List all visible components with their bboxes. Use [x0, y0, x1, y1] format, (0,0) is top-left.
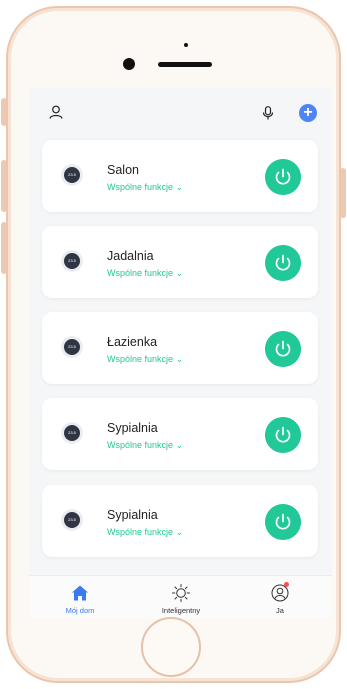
room-name: Sypialnia — [107, 508, 158, 522]
shared-functions-label: Wspólne funkcje — [107, 182, 174, 192]
chevron-down-icon: ⌄ — [175, 440, 184, 450]
front-sensor — [184, 43, 188, 47]
room-card[interactable]: 23.5 Łazienka Wspólne funkcje ⌄ — [42, 312, 318, 384]
plus-icon[interactable]: + — [299, 104, 317, 122]
shared-functions-link[interactable]: Wspólne funkcje ⌄ — [107, 440, 183, 451]
room-name: Jadalnia — [107, 249, 154, 263]
thermostat-icon: 23.5 — [61, 336, 83, 358]
power-button[interactable] — [265, 331, 301, 367]
room-card[interactable]: 23.5 Sypialnia Wspólne funkcje ⌄ — [42, 398, 318, 470]
thermostat-icon: 23.5 — [61, 250, 83, 272]
chevron-down-icon: ⌄ — [175, 527, 184, 537]
tab-label: Inteligentny — [161, 606, 201, 615]
room-name: Sypialnia — [107, 421, 158, 435]
tab-me[interactable]: Ja — [240, 576, 320, 618]
tab-label: Ja — [276, 606, 284, 615]
shared-functions-link[interactable]: Wspólne funkcje ⌄ — [107, 182, 183, 193]
home-hardware-button — [141, 617, 201, 677]
room-card[interactable]: 23.5 Jadalnia Wspólne funkcje ⌄ — [42, 226, 318, 298]
tab-smart[interactable]: Inteligentny — [141, 576, 221, 618]
room-card[interactable]: 23.5 Salon Wspólne funkcje ⌄ — [42, 140, 318, 212]
shared-functions-link[interactable]: Wspólne funkcje ⌄ — [107, 268, 183, 279]
thermostat-icon: 23.5 — [61, 164, 83, 186]
home-icon — [72, 585, 88, 601]
notification-dot — [284, 582, 289, 587]
power-button[interactable] — [265, 159, 301, 195]
power-button[interactable] — [265, 504, 301, 540]
shared-functions-label: Wspólne funkcje — [107, 268, 174, 278]
tab-label: Mój dom — [65, 606, 95, 615]
thermostat-icon: 23.5 — [61, 509, 83, 531]
shared-functions-label: Wspólne funkcje — [107, 440, 174, 450]
chevron-down-icon: ⌄ — [175, 354, 184, 364]
chevron-down-icon: ⌄ — [175, 268, 184, 278]
thermostat-reading: 23.5 — [64, 167, 80, 183]
microphone-icon[interactable] — [262, 106, 274, 120]
shared-functions-label: Wspólne funkcje — [107, 354, 174, 364]
room-name: Łazienka — [107, 335, 158, 349]
thermostat-reading: 23.5 — [64, 512, 80, 528]
tab-my-home[interactable]: Mój dom — [40, 576, 120, 618]
chevron-down-icon: ⌄ — [175, 182, 184, 192]
user-icon[interactable] — [49, 105, 63, 119]
front-camera — [123, 58, 135, 70]
thermostat-reading: 23.5 — [64, 425, 80, 441]
shared-functions-link[interactable]: Wspólne funkcje ⌄ — [107, 354, 183, 365]
thermostat-reading: 23.5 — [64, 253, 80, 269]
shared-functions-label: Wspólne funkcje — [107, 527, 174, 537]
app-screen: + 23.5 Salon Wspólne funkcje ⌄ 23.5 Jada… — [29, 88, 332, 618]
power-button[interactable] — [265, 417, 301, 453]
shared-functions-link[interactable]: Wspólne funkcje ⌄ — [107, 527, 183, 538]
bottom-tab-bar: Mój dom Inteligentny Ja — [29, 575, 332, 618]
earpiece-speaker — [158, 62, 212, 67]
power-button[interactable] — [265, 245, 301, 281]
thermostat-icon: 23.5 — [61, 422, 83, 444]
top-bar: + — [29, 88, 332, 134]
room-name: Salon — [107, 163, 139, 177]
thermostat-reading: 23.5 — [64, 339, 80, 355]
room-card[interactable]: 23.5 Sypialnia Wspólne funkcje ⌄ — [42, 485, 318, 557]
sun-icon — [172, 584, 190, 602]
